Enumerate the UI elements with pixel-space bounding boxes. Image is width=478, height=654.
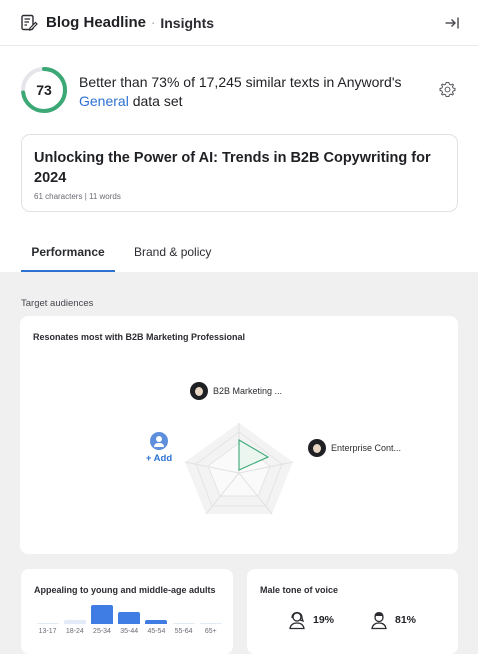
age-label: 65+ [204,628,217,635]
headline-text: Unlocking the Power of AI: Trends in B2B… [34,150,431,186]
age-bar [118,611,141,624]
age-labels: 13-17 18-24 25-34 35-44 45-54 55-64 65+ [34,628,224,638]
score-description: Better than 73% of 17,245 similar texts … [79,73,409,111]
age-bar [172,622,195,624]
target-audiences-label: Target audiences [21,298,94,309]
tab-brand-policy[interactable]: Brand & policy [134,238,211,272]
panel-header: Blog Headline · Insights [0,0,478,46]
headline-card[interactable]: Unlocking the Power of AI: Trends in B2B… [21,134,458,212]
age-card-title: Appealing to young and middle-age adults [34,585,216,595]
audience-node-right[interactable]: Enterprise Cont... [308,439,401,457]
add-people-icon [150,432,168,450]
audience-node-top-label: B2B Marketing ... [213,386,283,396]
dataset-link[interactable]: General [79,93,129,109]
age-label: 45-54 [147,628,166,635]
tone-card-title: Male tone of voice [260,585,339,595]
female-percentage: 19% [313,614,335,626]
tab-performance[interactable]: Performance [21,238,115,272]
age-bar [63,620,86,624]
audience-radar-chart [184,423,294,515]
age-bar [199,622,222,624]
age-label: 18-24 [65,628,84,635]
add-audience-button[interactable]: + Add [144,432,174,464]
age-label: 13-17 [38,628,57,635]
collapse-panel-icon[interactable] [444,15,460,31]
add-audience-label: + Add [145,453,173,464]
score-text-line: Better than 73% of 17,245 similar texts … [79,74,402,90]
panel-subtitle: Insights [160,14,215,31]
insight-tabs: Performance Brand & policy [21,238,458,272]
dataset-suffix: data set [132,93,183,109]
gear-icon[interactable] [439,81,456,98]
age-bar [145,620,168,624]
female-person-icon [289,611,305,630]
headline-meta: 61 characters | 11 words [34,192,121,201]
male-percentage: 81% [395,614,417,626]
male-person-icon [371,612,387,630]
age-card: Appealing to young and middle-age adults… [21,569,233,654]
title-separator: · [151,15,156,30]
age-bars [34,602,224,624]
tone-card: Male tone of voice 19% 81% [247,569,458,654]
audience-card: Resonates most with B2B Marketing Profes… [20,316,458,554]
audience-node-top[interactable]: B2B Marketing ... [190,382,282,400]
score-value: 73 [36,82,52,98]
age-label: 35-44 [120,628,139,635]
age-label: 25-34 [93,628,111,635]
enterprise-content-avatar [308,439,326,457]
tone-male: 81% [369,610,416,630]
age-bar [36,622,59,624]
score-summary: 73 Better than 73% of 17,245 similar tex… [20,66,460,116]
edit-document-icon [21,14,38,31]
performance-panel: Target audiences Resonates most with B2B… [0,272,478,654]
age-bar [91,605,113,624]
b2b-marketing-avatar [190,382,208,400]
age-label: 55-64 [174,628,193,635]
panel-title: Blog Headline [46,14,147,31]
audience-node-right-label: Enterprise Cont... [331,443,402,453]
tone-female: 19% [287,610,334,630]
